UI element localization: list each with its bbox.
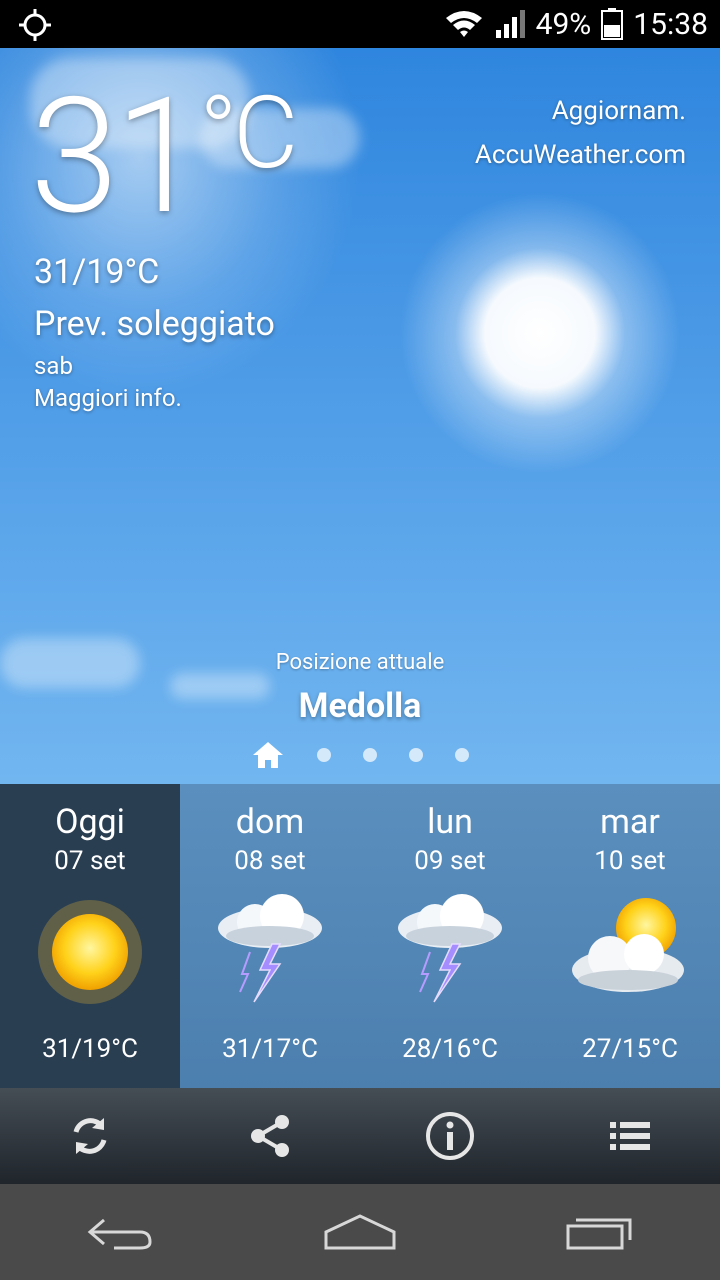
forecast-strip: Oggi 07 set 31/19°C dom 08 set 31/17°C l… [0, 784, 720, 1088]
page-indicator [0, 740, 720, 770]
forecast-day-name: mar [600, 802, 660, 842]
bottom-toolbar [0, 1088, 720, 1184]
forecast-temps: 31/19°C [42, 1034, 138, 1064]
list-button[interactable] [540, 1088, 720, 1184]
forecast-day-today[interactable]: Oggi 07 set 31/19°C [0, 784, 180, 1088]
back-button[interactable] [0, 1184, 240, 1280]
battery-icon [601, 8, 624, 40]
forecast-temps: 31/17°C [222, 1034, 318, 1064]
refresh-button[interactable] [0, 1088, 180, 1184]
share-icon [251, 1115, 289, 1157]
partly-cloudy-icon [572, 898, 684, 992]
forecast-day-name: dom [235, 802, 305, 842]
page-dot[interactable] [455, 748, 469, 762]
gps-icon [19, 9, 51, 41]
info-button[interactable] [360, 1088, 540, 1184]
battery-percent: 49% [535, 6, 592, 42]
thunderstorm-icon [218, 894, 322, 1003]
back-icon [87, 1218, 152, 1250]
page-dot[interactable] [409, 748, 423, 762]
more-info-link[interactable]: Maggiori info. [34, 384, 182, 412]
clock: 15:38 [633, 6, 708, 42]
forecast-day-name: Oggi [55, 802, 125, 842]
forecast-date: 07 set [54, 846, 126, 876]
list-icon [610, 1122, 650, 1150]
update-label[interactable]: Aggiornam. [552, 96, 686, 126]
status-bar: 49% 15:38 [0, 0, 720, 48]
thunderstorm-icon [398, 894, 502, 1003]
home-icon [324, 1214, 396, 1250]
current-range: 31/19°C [34, 252, 160, 292]
forecast-day-name: lun [427, 802, 473, 842]
current-temperature[interactable]: 31°C [30, 75, 299, 238]
recents-icon [566, 1218, 632, 1250]
sunny-icon [38, 900, 142, 1004]
forecast-temps: 27/15°C [582, 1034, 678, 1064]
forecast-day-mar[interactable]: mar 10 set 27/15°C [540, 784, 720, 1088]
forecast-date: 10 set [594, 846, 666, 876]
location-label: Posizione attuale [275, 650, 445, 675]
temperature-unit: °C [199, 75, 299, 192]
current-condition: Prev. soleggiato [34, 304, 275, 344]
current-day: sab [34, 352, 73, 380]
page-dot[interactable] [317, 748, 331, 762]
home-page-icon[interactable] [251, 740, 285, 770]
city-name[interactable]: Medolla [0, 686, 720, 726]
recents-button[interactable] [480, 1184, 720, 1280]
system-nav-bar [0, 1184, 720, 1280]
refresh-icon [73, 1118, 107, 1154]
info-icon [426, 1112, 474, 1160]
home-button[interactable] [240, 1184, 480, 1280]
share-button[interactable] [180, 1088, 360, 1184]
source-link[interactable]: AccuWeather.com [475, 140, 686, 170]
forecast-temps: 28/16°C [402, 1034, 498, 1064]
forecast-date: 08 set [234, 846, 306, 876]
forecast-day-dom[interactable]: dom 08 set 31/17°C [180, 784, 360, 1088]
wifi-icon [445, 11, 482, 37]
signal-icon [495, 10, 525, 38]
page-dot[interactable] [363, 748, 377, 762]
forecast-day-lun[interactable]: lun 09 set 28/16°C [360, 784, 540, 1088]
forecast-date: 09 set [414, 846, 486, 876]
